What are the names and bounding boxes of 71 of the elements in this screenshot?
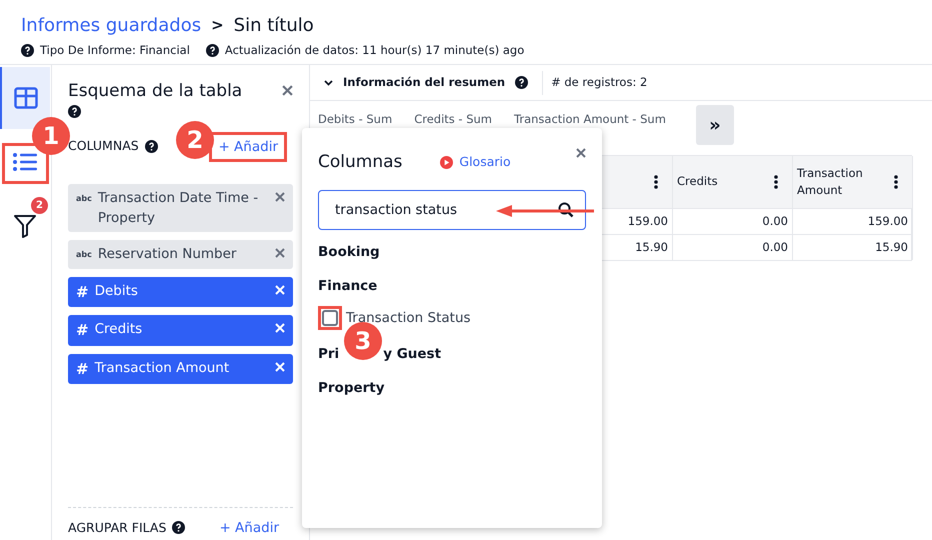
breadcrumb-separator: > <box>211 15 224 36</box>
help-icon <box>172 521 186 534</box>
help-icon <box>515 76 528 89</box>
play-icon <box>440 156 454 170</box>
step-badge: 2 <box>176 121 214 159</box>
kebab-icon[interactable] <box>774 175 778 189</box>
glossary-link[interactable]: Glosario <box>459 153 511 172</box>
type-icon: abc <box>76 249 92 262</box>
column-chip[interactable]: abc Transaction Date Time - Property <box>68 184 293 232</box>
table-cell-text: 159.00 <box>868 212 908 230</box>
chevron-icon[interactable] <box>324 80 333 86</box>
checkbox[interactable] <box>318 306 342 330</box>
kebab-icon[interactable] <box>654 175 658 189</box>
count-badge: 2 <box>31 197 48 214</box>
group-heading: Finance <box>318 276 378 296</box>
kebab-icon[interactable] <box>894 175 898 189</box>
column-name: Credits <box>94 320 144 339</box>
group-heading: Booking <box>318 242 380 262</box>
table-cell-text: 0.00 <box>762 238 788 256</box>
column-name: Debits <box>94 282 139 300</box>
type-icon: # <box>76 358 89 380</box>
column-chip[interactable]: # Credits <box>68 315 293 346</box>
group-heading: Property <box>318 379 385 398</box>
column-header: Credits <box>677 173 719 190</box>
table-cell-text: 159.00 <box>628 212 668 230</box>
close-icon[interactable] <box>282 85 293 96</box>
meta-text: Actualización de datos: 11 hour(s) 17 minute(s) ago <box>224 42 524 59</box>
close-icon[interactable] <box>576 148 586 158</box>
step-badge: 3 <box>344 322 382 360</box>
group-heading: Pri <box>318 345 340 364</box>
help-icon <box>206 44 219 58</box>
search-field[interactable]: transaction status <box>318 190 586 230</box>
help-icon <box>21 44 34 58</box>
column-header: Transaction Amount <box>797 164 864 199</box>
type-icon: # <box>76 280 89 303</box>
table-cell-text: 15.90 <box>875 238 908 256</box>
list-icon <box>12 151 38 173</box>
column-chip[interactable]: # Transaction Amount <box>68 354 293 384</box>
column-chip[interactable]: # Debits <box>68 276 293 307</box>
group-heading: y Guest <box>383 345 442 364</box>
help-icon <box>68 104 81 118</box>
section-label: COLUMNAS <box>68 137 139 156</box>
record-count: # de registros: 2 <box>551 74 648 91</box>
column-name: Reservation Number <box>98 245 238 264</box>
expand-button[interactable]: » <box>696 105 734 145</box>
step-badge: 1 <box>32 117 70 155</box>
help-icon <box>144 140 158 154</box>
popover-title: Columnas <box>318 151 402 174</box>
type-icon: abc <box>76 192 92 205</box>
column-name: Transaction Amount <box>94 358 230 378</box>
section-label: AGRUPAR FILAS <box>68 518 166 536</box>
summary-metric: Debits - Sum <box>318 111 392 128</box>
search-icon[interactable] <box>558 202 574 218</box>
breadcrumb-link[interactable]: Informes guardados <box>21 12 202 39</box>
table-cell-text: 0.00 <box>762 212 788 230</box>
filter-icon <box>13 213 37 239</box>
close-icon[interactable] <box>275 248 285 258</box>
table-cell-text: 15.90 <box>635 238 668 256</box>
panel-title: Esquema de la tabla <box>68 80 242 103</box>
column-chip[interactable]: abc Reservation Number <box>68 240 293 268</box>
summary-metric: Credits - Sum <box>414 111 492 128</box>
page-title: Sin título <box>234 14 314 38</box>
close-icon[interactable] <box>275 192 285 202</box>
add-link[interactable]: + Añadir <box>219 518 279 538</box>
summary-metric: Transaction Amount - Sum <box>514 111 666 128</box>
sidebar-tab[interactable]: 2 <box>0 195 50 257</box>
table-icon <box>14 87 38 109</box>
type-icon: # <box>76 319 89 342</box>
column-name: Transaction Date Time - Property <box>98 188 260 228</box>
summary-title: Información del resumen <box>343 74 506 91</box>
meta-text: Tipo De Informe: Financial <box>40 42 190 59</box>
